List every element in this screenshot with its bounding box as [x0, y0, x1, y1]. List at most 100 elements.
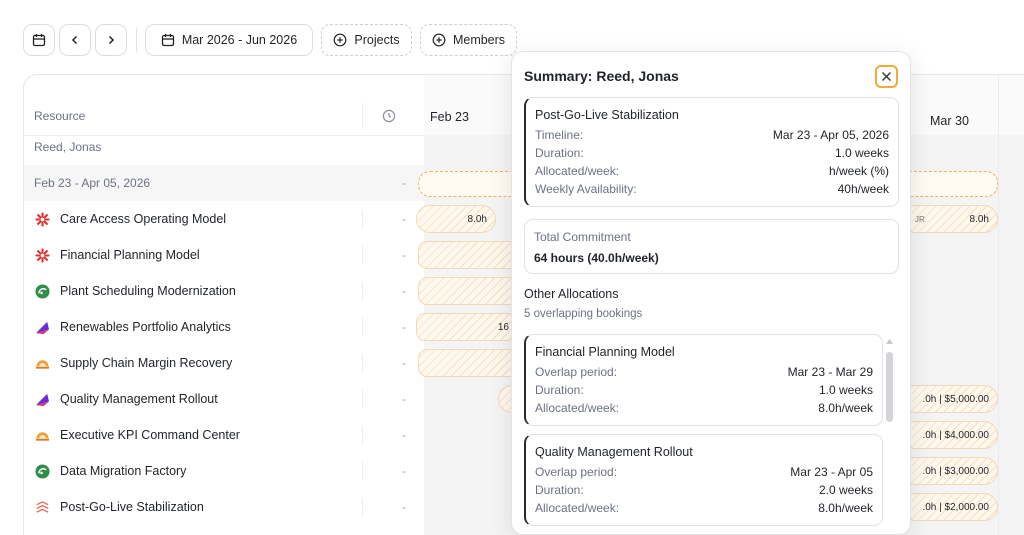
next-button[interactable]: [95, 24, 127, 56]
column-divider: [362, 462, 363, 480]
calendar-icon: [32, 34, 46, 47]
column-divider: [362, 318, 363, 336]
card-title: Quality Management Rollout: [535, 445, 693, 459]
allocation-bar[interactable]: JR 8.0h: [902, 205, 998, 233]
calendar-icon: [161, 34, 174, 47]
project-name: Quality Management Rollout: [60, 392, 218, 406]
purple-wing-icon: [35, 393, 50, 406]
project-name: Supply Chain Margin Recovery: [60, 356, 233, 370]
allocation-card: Quality Management Rollout Overlap perio…: [524, 434, 883, 526]
project-name: Data Migration Factory: [60, 464, 187, 478]
column-divider: [362, 246, 363, 264]
kv-label: Overlap period:: [535, 365, 618, 379]
kv-label: Allocated/week:: [535, 401, 620, 415]
kv-label: Weekly Availability:: [535, 182, 637, 196]
allocation-hours: 16: [497, 321, 509, 333]
allocation-amount: .0h | $3,000.00: [922, 465, 989, 477]
close-button[interactable]: [875, 65, 898, 88]
project-name: Renewables Portfolio Analytics: [60, 320, 231, 334]
members-filter-button[interactable]: Members: [420, 24, 517, 56]
summary-popover: Summary: Reed, Jonas Post-Go-Live Stabil…: [511, 51, 911, 535]
calendar-button[interactable]: [23, 24, 55, 56]
header-divider: [24, 135, 424, 136]
red-burst-icon: [35, 211, 50, 227]
sunrise-icon: [35, 359, 50, 369]
total-commitment-value: 64 hours (40.0h/week): [534, 251, 659, 265]
kv-label: Overlap period:: [535, 465, 618, 479]
plus-circle-icon: [432, 33, 446, 47]
summary-title: Summary: Reed, Jonas: [524, 68, 679, 84]
duration-row: Duration: 2.0 weeks: [535, 483, 873, 501]
resource-group-row[interactable]: Feb 23 - Apr 05, 2026 -: [24, 165, 424, 201]
column-divider: [362, 390, 363, 408]
hours-value: -: [402, 284, 406, 298]
kv-label: Allocated/week:: [535, 501, 620, 515]
plus-circle-icon: [334, 33, 347, 47]
allocation-bar[interactable]: 8.0h: [416, 205, 496, 233]
table-row[interactable]: Data Migration Factory -: [24, 453, 424, 489]
allocation-bar[interactable]: [418, 241, 518, 269]
previous-button[interactable]: [59, 24, 91, 56]
table-row[interactable]: Supply Chain Margin Recovery -: [24, 345, 424, 381]
allocation-bar[interactable]: [418, 349, 518, 377]
hours-value: -: [402, 500, 406, 514]
column-divider: [362, 354, 363, 372]
allocation-bar[interactable]: 16: [416, 313, 516, 341]
toolbar-divider: [136, 28, 137, 52]
projects-filter-button[interactable]: Projects: [321, 24, 412, 56]
kv-value: Mar 23 - Mar 29: [787, 365, 873, 379]
table-row[interactable]: Quality Management Rollout -: [24, 381, 424, 417]
allocation-bar[interactable]: .0h | $4,000.00: [902, 421, 998, 449]
allocated-row: Allocated/week: 8.0h/week: [535, 501, 873, 519]
allocation-bar[interactable]: .0h | $2,000.00: [902, 493, 998, 521]
project-summary-card: Post-Go-Live Stabilization Timeline: Mar …: [524, 97, 899, 207]
hours-value: -: [402, 464, 406, 478]
hours-value: -: [402, 212, 406, 226]
week-gridline: [998, 75, 999, 535]
red-wave-icon: [36, 500, 49, 513]
chevron-left-icon: [71, 35, 78, 45]
allocation-bar[interactable]: .0h | $3,000.00: [902, 457, 998, 485]
table-row[interactable]: Post-Go-Live Stabilization -: [24, 489, 424, 525]
other-allocations-title: Other Allocations: [524, 287, 619, 301]
table-row[interactable]: Financial Planning Model -: [24, 237, 424, 273]
date-range-button[interactable]: Mar 2026 - Jun 2026: [145, 24, 313, 56]
availability-row: Weekly Availability: 40h/week: [535, 182, 889, 200]
table-row[interactable]: Care Access Operating Model -: [24, 201, 424, 237]
table-row[interactable]: Plant Scheduling Modernization -: [24, 273, 424, 309]
scrollbar-thumb[interactable]: [886, 352, 893, 422]
column-divider: [362, 282, 363, 300]
allocated-row: Allocated/week: h/week (%): [535, 164, 889, 182]
date-range-label: Mar 2026 - Jun 2026: [181, 33, 298, 47]
green-circle-icon: [35, 283, 50, 299]
allocation-amount: .0h | $4,000.00: [922, 429, 989, 441]
timeline-row: Timeline: Mar 23 - Apr 05, 2026: [535, 128, 889, 146]
total-commitment-label: Total Commitment: [534, 230, 631, 244]
kv-value: h/week (%): [828, 164, 889, 178]
table-row[interactable]: Executive KPI Command Center -: [24, 417, 424, 453]
kv-value: Mar 23 - Apr 05: [790, 465, 873, 479]
allocation-bar[interactable]: .0h | $5,000.00: [902, 385, 998, 413]
duration-row: Duration: 1.0 weeks: [535, 383, 873, 401]
kv-value: 1.0 weeks: [834, 146, 889, 160]
project-name: Plant Scheduling Modernization: [60, 284, 236, 298]
project-name: Care Access Operating Model: [60, 212, 227, 226]
group-allocation-bar-end[interactable]: [904, 171, 998, 197]
purple-wing-icon: [35, 321, 50, 334]
allocation-amount: .0h | $2,000.00: [922, 501, 989, 513]
resource-column: Resource Reed, Jonas Feb 23 - Apr 05, 20…: [24, 75, 424, 535]
kv-label: Duration:: [535, 146, 584, 160]
group-date-range: Feb 23 - Apr 05, 2026: [34, 176, 151, 190]
hours-value: -: [402, 248, 406, 262]
hours-value: -: [402, 392, 406, 406]
project-name: Financial Planning Model: [60, 248, 200, 262]
kv-label: Allocated/week:: [535, 164, 620, 178]
kv-value: 8.0h/week: [818, 501, 873, 515]
allocation-bar[interactable]: [418, 277, 518, 305]
allocation-card: Financial Planning Model Overlap period:…: [524, 334, 883, 426]
column-divider: [362, 426, 363, 444]
clock-icon: [382, 109, 396, 123]
hours-value: -: [402, 356, 406, 370]
table-row[interactable]: Renewables Portfolio Analytics -: [24, 309, 424, 345]
scroll-up-icon[interactable]: [885, 338, 894, 345]
